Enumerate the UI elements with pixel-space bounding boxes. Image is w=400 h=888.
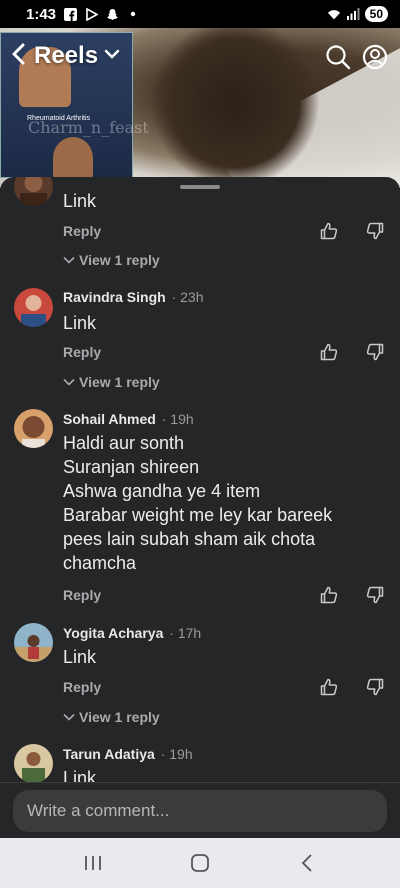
battery-indicator: 50 xyxy=(364,6,388,22)
video-food xyxy=(145,28,325,178)
comment-time: · 17h xyxy=(165,625,202,641)
thumbs-down-icon[interactable] xyxy=(366,343,384,361)
comment-line: Haldi aur sonth xyxy=(63,433,185,453)
snapchat-icon xyxy=(105,7,119,21)
status-bar: 1:43 50 xyxy=(0,0,400,28)
recent-apps-button[interactable] xyxy=(79,849,107,877)
reels-header: Reels xyxy=(10,42,120,70)
comment-text: Link xyxy=(63,313,97,333)
avatar[interactable] xyxy=(14,623,53,662)
home-icon xyxy=(191,854,209,872)
chevron-down-icon xyxy=(63,378,75,386)
view-replies-button[interactable]: View 1 reply xyxy=(63,709,160,725)
avatar[interactable] xyxy=(14,744,53,783)
comment-text: Haldi aur sonth Suranjan shireen Ashwa g… xyxy=(63,431,383,575)
thumbs-up-icon[interactable] xyxy=(320,343,338,361)
comment-line: chamcha xyxy=(63,553,137,573)
video-watermark: Charm_n_feast xyxy=(28,118,149,137)
comment-time: · 23h xyxy=(167,289,204,305)
comment-text: Link xyxy=(63,191,97,211)
signal-icon xyxy=(346,7,360,21)
commenter-name[interactable]: Tarun Adatiya xyxy=(63,746,155,762)
reply-button[interactable]: Reply xyxy=(63,223,101,239)
avatar[interactable] xyxy=(14,177,53,206)
commenter-name[interactable]: Ravindra Singh xyxy=(63,289,166,305)
chevron-down-icon xyxy=(63,256,75,264)
comment-header: Ravindra Singh · 23h xyxy=(63,289,204,305)
avatar[interactable] xyxy=(14,288,53,327)
back-icon xyxy=(301,854,312,872)
reply-button[interactable]: Reply xyxy=(63,344,101,360)
profile-icon[interactable] xyxy=(362,44,388,70)
comment-header: Sohail Ahmed · 19h xyxy=(63,411,194,427)
view-replies-label: View 1 reply xyxy=(79,709,160,725)
comment-composer xyxy=(0,782,400,838)
home-button[interactable] xyxy=(186,849,214,877)
back-button[interactable] xyxy=(10,43,28,70)
view-replies-button[interactable]: View 1 reply xyxy=(63,374,160,390)
chevron-down-icon xyxy=(63,713,75,721)
view-replies-label: View 1 reply xyxy=(79,374,160,390)
thumbs-up-icon[interactable] xyxy=(320,222,338,240)
facebook-icon xyxy=(63,7,77,21)
back-nav-button[interactable] xyxy=(293,849,321,877)
comment-line: Suranjan shireen xyxy=(63,457,200,477)
commenter-name[interactable]: Sohail Ahmed xyxy=(63,411,156,427)
thumbs-down-icon[interactable] xyxy=(366,222,384,240)
view-replies-button[interactable]: View 1 reply xyxy=(63,252,160,268)
comment-time: · 19h xyxy=(156,746,193,762)
search-icon[interactable] xyxy=(325,44,351,70)
thumbs-down-icon[interactable] xyxy=(366,586,384,604)
reply-button[interactable]: Reply xyxy=(63,587,101,603)
comment-input[interactable] xyxy=(13,790,387,832)
comment-header: Yogita Acharya · 17h xyxy=(63,625,201,641)
system-nav-bar xyxy=(0,838,400,888)
thumbs-up-icon[interactable] xyxy=(320,678,338,696)
dot-icon xyxy=(126,7,140,21)
chevron-down-icon[interactable] xyxy=(104,47,120,65)
comments-sheet[interactable]: Link Reply View 1 reply Ravindra Singh ·… xyxy=(0,177,400,838)
reel-video[interactable]: Rheumatoid Arthritis Charm_n_feast Reels xyxy=(0,28,400,188)
status-time: 1:43 xyxy=(26,5,57,23)
reply-button[interactable]: Reply xyxy=(63,679,101,695)
thumbnail-person xyxy=(53,137,93,179)
comment-header: Tarun Adatiya · 19h xyxy=(63,746,193,762)
avatar[interactable] xyxy=(14,409,53,448)
recent-apps-icon xyxy=(85,856,102,870)
comment-line: pees lain subah sham aik chota xyxy=(63,529,316,549)
comment-line: Ashwa gandha ye 4 item xyxy=(63,481,261,501)
wifi-icon xyxy=(327,7,341,21)
commenter-name[interactable]: Yogita Acharya xyxy=(63,625,163,641)
play-icon xyxy=(84,7,98,21)
comment-time: · 19h xyxy=(157,411,194,427)
view-replies-label: View 1 reply xyxy=(79,252,160,268)
thumbs-up-icon[interactable] xyxy=(320,586,338,604)
reels-title[interactable]: Reels xyxy=(34,42,98,70)
comment-line: Barabar weight me ley kar bareek xyxy=(63,505,333,525)
comment-text: Link xyxy=(63,647,97,667)
thumbs-down-icon[interactable] xyxy=(366,678,384,696)
